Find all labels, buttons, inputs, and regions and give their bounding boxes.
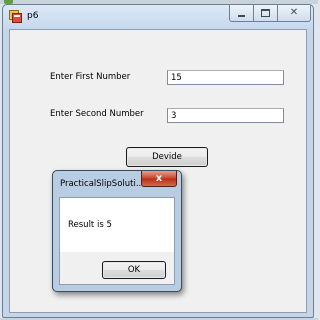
maximize-icon [261, 9, 270, 17]
title-bar[interactable]: p6 ✕ [3, 5, 313, 29]
message-box-title: PracticalSlipSoluti... [60, 179, 144, 189]
first-number-label: Enter First Number [50, 72, 131, 82]
second-number-label: Enter Second Number [50, 109, 144, 119]
close-icon: x [155, 173, 163, 184]
message-area: Result is 5 [60, 198, 174, 252]
message-box-client: Result is 5 OK [59, 197, 175, 285]
message-box-title-bar[interactable]: PracticalSlipSoluti... x [53, 171, 181, 193]
close-icon: ✕ [289, 7, 299, 18]
maximize-button[interactable] [253, 5, 278, 22]
window-title: p6 [27, 11, 39, 21]
devide-button[interactable]: Devide [126, 147, 208, 167]
ok-button[interactable]: OK [102, 261, 166, 279]
first-number-input[interactable]: 15 [167, 70, 284, 85]
minimize-icon [238, 14, 245, 17]
close-button[interactable]: ✕ [277, 5, 311, 22]
second-number-input[interactable]: 3 [167, 108, 284, 123]
message-box-dialog: PracticalSlipSoluti... x Result is 5 OK [52, 170, 182, 292]
message-box-close-button[interactable]: x [141, 171, 177, 187]
minimize-button[interactable] [229, 5, 254, 22]
result-message: Result is 5 [68, 220, 112, 230]
forms-app-icon [9, 10, 22, 23]
